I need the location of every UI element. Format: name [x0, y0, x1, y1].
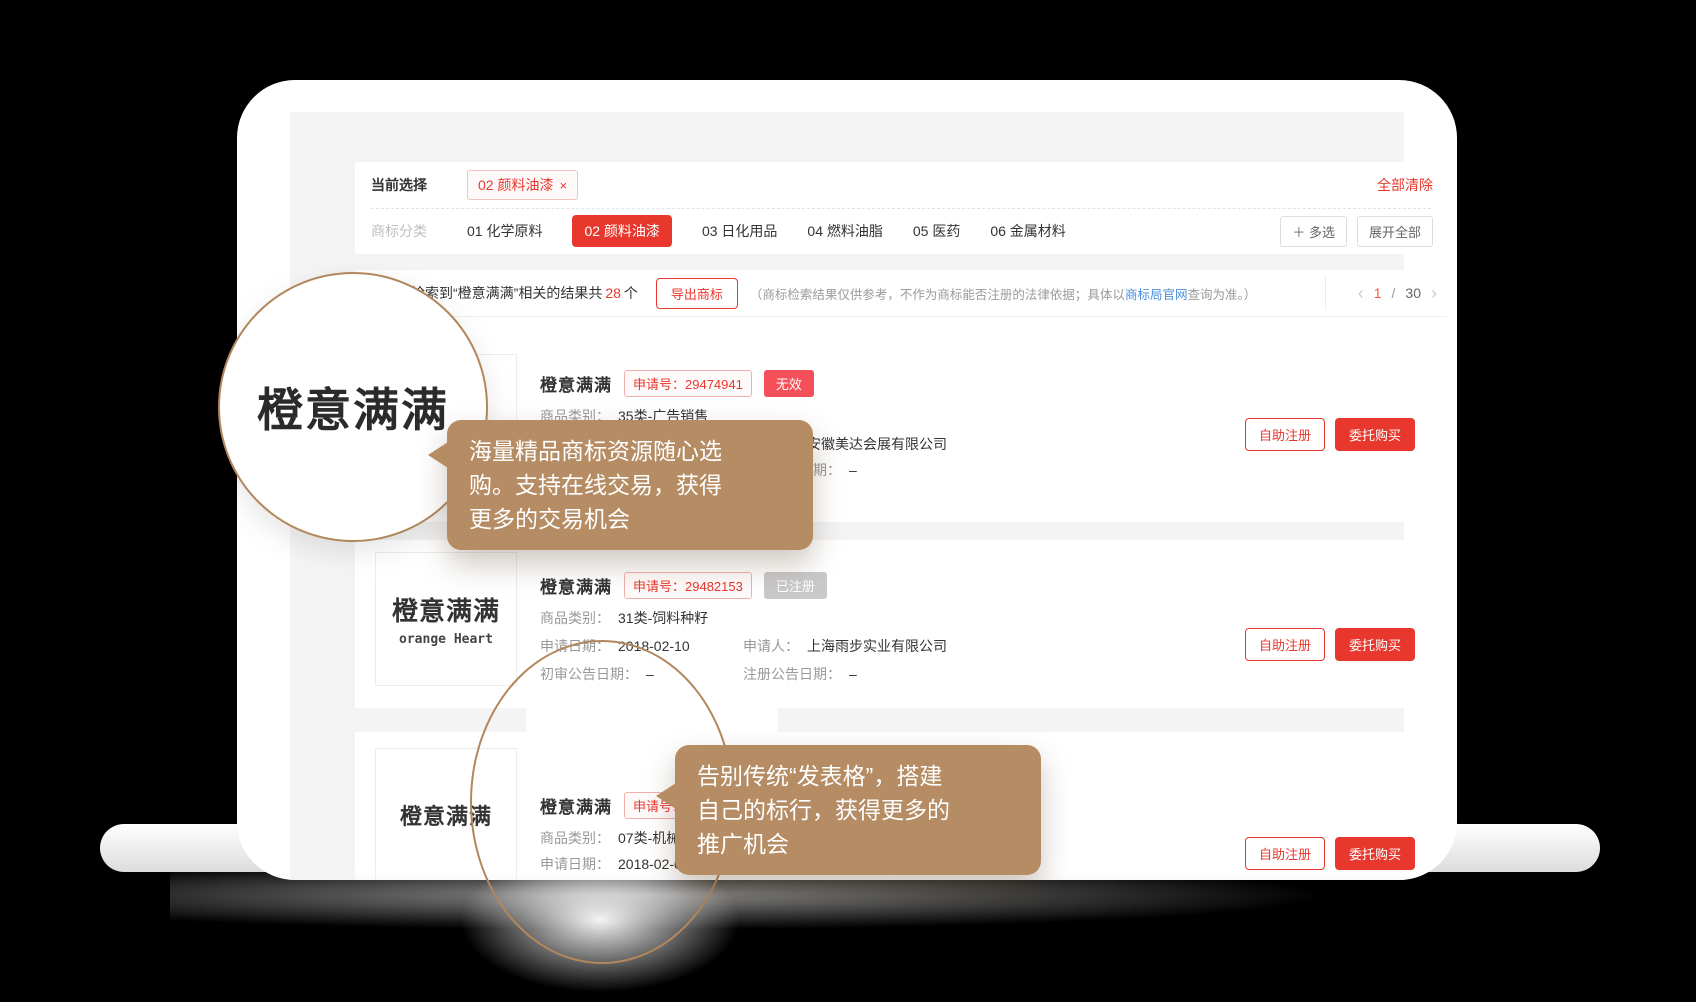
- trademark-name[interactable]: 橙意满满: [540, 793, 612, 818]
- reg-pub-pair: 注册公告日期：–: [743, 666, 857, 683]
- disclaimer-suffix: 查询为准。）: [1187, 288, 1256, 302]
- row-actions: 自助注册 委托购买: [1245, 837, 1415, 870]
- callout-bubble-marketplace: 海量精品商标资源随心选 购。支持在线交易，获得 更多的交易机会: [447, 420, 813, 550]
- category-item-03[interactable]: 03 日化用品: [702, 221, 777, 241]
- application-number-label: 申请号：: [633, 579, 685, 594]
- status-badge: 无效: [764, 370, 814, 397]
- prev-page-icon[interactable]: ‹: [1358, 284, 1364, 302]
- bubble-line: 购。支持在线交易，获得: [469, 468, 791, 502]
- row-actions: 自助注册 委托购买: [1245, 418, 1415, 451]
- expand-all-button[interactable]: 展开全部: [1357, 216, 1433, 247]
- disclaimer-prefix: （商标检索结果仅供参考，不作为商标能否注册的法律依据；具体以: [750, 288, 1125, 302]
- entrust-buy-button[interactable]: 委托购买: [1335, 628, 1415, 661]
- trademark-title-line: 橙意满满 申请号：29482153 已注册: [540, 572, 827, 599]
- results-block-2: 橙意满满 orange Heart 橙意满满 申请号：29482153 已注册 …: [355, 540, 1447, 708]
- apply-date-label: 申请日期：: [540, 856, 610, 872]
- clear-all-link[interactable]: 全部清除: [1377, 175, 1433, 195]
- total-pages: 30: [1405, 285, 1421, 301]
- page-separator: /: [1392, 285, 1396, 301]
- trademark-image-text: 橙意满满: [392, 591, 500, 628]
- entrust-buy-button[interactable]: 委托购买: [1335, 837, 1415, 870]
- current-selection-row: 当前选择 02 颜料油漆 × 全部清除: [355, 162, 1447, 208]
- callout-bubble-promotion: 告别传统“发表格”，搭建 自己的标行，获得更多的 推广机会: [675, 745, 1041, 875]
- magnified-trademark-text: 橙意满满: [257, 374, 449, 440]
- self-register-button[interactable]: 自助注册: [1245, 628, 1325, 661]
- category-list: 01 化学原料 02 颜料油漆 03 日化用品 04 燃料油脂 05 医药 06…: [467, 215, 1066, 247]
- category-value: 31类-饲料种籽: [618, 610, 708, 626]
- trademark-image-subtext: orange Heart: [399, 632, 493, 647]
- category-item-02-active[interactable]: 02 颜料油漆: [572, 215, 671, 247]
- trademark-office-link[interactable]: 商标局官网: [1125, 288, 1188, 302]
- category-row: 商标分类 01 化学原料 02 颜料油漆 03 日化用品 04 燃料油脂 05 …: [355, 208, 1447, 254]
- reg-pub-value: –: [849, 666, 857, 682]
- self-register-button[interactable]: 自助注册: [1245, 418, 1325, 451]
- applicant-value: 上海雨步实业有限公司: [807, 638, 947, 654]
- magnifier-fill-patch: [526, 706, 778, 732]
- category-tools: ＋ 多选 展开全部: [1280, 216, 1433, 247]
- entrust-buy-button[interactable]: 委托购买: [1335, 418, 1415, 451]
- selected-filter-tag[interactable]: 02 颜料油漆 ×: [467, 170, 578, 200]
- next-page-icon[interactable]: ›: [1431, 284, 1437, 302]
- category-item-06[interactable]: 06 金属材料: [990, 221, 1065, 241]
- close-icon[interactable]: ×: [559, 178, 567, 193]
- category-bar-label: 商标分类: [371, 221, 427, 241]
- bubble-tail-icon: [656, 783, 676, 809]
- application-number-value: 29474941: [685, 377, 743, 392]
- results-unit: 个: [624, 285, 638, 301]
- category-item-01[interactable]: 01 化学原料: [467, 221, 542, 241]
- pagination: ‹ 1 / 30 ›: [1325, 276, 1447, 310]
- results-header: 为您检索到“橙意满满”相关的结果共28个 导出商标 （商标检索结果仅供参考，不作…: [355, 270, 1447, 317]
- selected-filter-tag-label: 02 颜料油漆: [478, 175, 553, 195]
- self-register-button[interactable]: 自助注册: [1245, 837, 1325, 870]
- trademark-title-line: 橙意满满 申请号：29474941 无效: [540, 370, 814, 397]
- ground-glow: [170, 872, 1330, 930]
- field-publications: 初审公告日期：– 注册公告日期：–: [540, 666, 1407, 683]
- application-number-tag: 申请号：29482153: [624, 572, 752, 599]
- bubble-line: 更多的交易机会: [469, 502, 791, 536]
- bubble-line: 推广机会: [697, 827, 1019, 861]
- bubble-line: 自己的标行，获得更多的: [697, 793, 1019, 827]
- trademark-name[interactable]: 橙意满满: [540, 573, 612, 598]
- first-pub-label: 初审公告日期：: [540, 666, 638, 682]
- bubble-line: 海量精品商标资源随心选: [469, 434, 791, 468]
- apply-date-label: 申请日期：: [540, 638, 610, 654]
- results-count: 28: [602, 285, 624, 301]
- category-label: 商品类别：: [540, 830, 610, 846]
- bubble-tail-icon: [428, 442, 448, 468]
- application-number-label: 申请号：: [633, 377, 685, 392]
- application-number-tag: 申请号：29474941: [624, 370, 752, 397]
- filter-card: 当前选择 02 颜料油漆 × 全部清除 商标分类 01 化学原料 02 颜料油漆 …: [355, 162, 1447, 254]
- trademark-image-text: 橙意满满: [400, 799, 492, 831]
- trademark-name[interactable]: 橙意满满: [540, 371, 612, 396]
- stage: 当前选择 02 颜料油漆 × 全部清除 商标分类 01 化学原料 02 颜料油漆 …: [0, 0, 1696, 1002]
- status-badge: 已注册: [764, 572, 827, 599]
- field-category: 商品类别： 31类-饲料种籽: [540, 610, 1407, 627]
- trademark-image[interactable]: 橙意满满: [375, 748, 517, 880]
- category-label: 商品类别：: [540, 610, 610, 626]
- current-selection-label: 当前选择: [371, 175, 427, 195]
- category-item-04[interactable]: 04 燃料油脂: [807, 221, 882, 241]
- current-page: 1: [1374, 285, 1382, 301]
- results-disclaimer: （商标检索结果仅供参考，不作为商标能否注册的法律依据；具体以商标局官网查询为准。…: [750, 284, 1325, 303]
- applicant-value: 安徽美达会展有限公司: [807, 436, 947, 452]
- trademark-image[interactable]: 橙意满满 orange Heart: [375, 552, 517, 686]
- applicant-pair: 申请人： 上海雨步实业有限公司: [743, 638, 947, 655]
- reg-pub-label: 注册公告日期：: [743, 666, 841, 682]
- multi-select-button[interactable]: ＋ 多选: [1280, 216, 1347, 247]
- bubble-line: 告别传统“发表格”，搭建: [697, 759, 1019, 793]
- apply-date-value: 2018-02-10: [618, 638, 690, 654]
- row-actions: 自助注册 委托购买: [1245, 628, 1415, 661]
- application-number-value: 29482153: [685, 579, 743, 594]
- applicant-label: 申请人：: [743, 638, 799, 654]
- export-trademark-button[interactable]: 导出商标: [656, 278, 738, 309]
- first-pub-value: –: [646, 666, 654, 682]
- category-item-05[interactable]: 05 医药: [913, 221, 960, 241]
- reg-pub-value: –: [849, 462, 857, 478]
